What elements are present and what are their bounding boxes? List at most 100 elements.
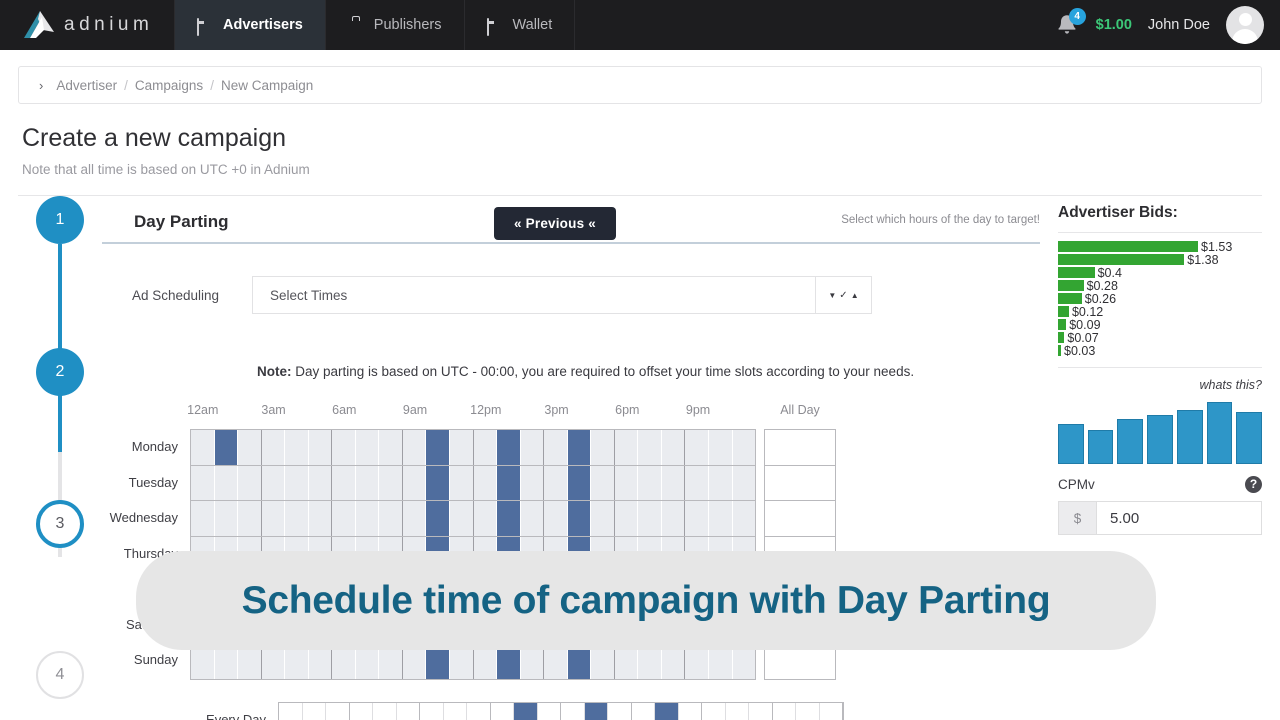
hour-cell[interactable]	[521, 501, 545, 536]
every-day-hour-cell[interactable]	[350, 702, 373, 720]
hour-cell[interactable]	[544, 430, 568, 465]
hour-cell[interactable]	[426, 465, 451, 500]
hour-cell[interactable]	[591, 501, 615, 536]
hour-cell[interactable]	[285, 465, 309, 500]
hour-cell[interactable]	[238, 501, 262, 536]
every-day-hour-cell[interactable]	[279, 702, 303, 720]
hour-cell[interactable]	[262, 430, 286, 465]
hour-cell[interactable]	[262, 465, 286, 500]
every-day-hour-cell[interactable]	[702, 702, 726, 720]
hour-cell[interactable]	[709, 430, 733, 465]
every-day-hour-cell[interactable]	[514, 702, 538, 720]
hour-cell[interactable]	[567, 501, 592, 536]
hour-cell[interactable]	[521, 430, 545, 465]
hour-cell[interactable]	[497, 430, 521, 465]
every-day-hour-cell[interactable]	[444, 702, 467, 720]
question-mark-icon[interactable]: ?	[1245, 476, 1262, 493]
hour-cell[interactable]	[356, 430, 380, 465]
hour-cell[interactable]	[567, 430, 592, 465]
nav-item-publishers[interactable]: Publishers	[326, 0, 465, 50]
hour-cell[interactable]	[191, 501, 215, 536]
hour-cell[interactable]	[521, 465, 545, 500]
all-day-cell[interactable]	[765, 466, 835, 501]
every-day-hour-cell[interactable]	[326, 702, 350, 720]
nav-item-advertisers[interactable]: Advertisers	[175, 0, 326, 50]
hour-cell[interactable]	[379, 430, 403, 465]
previous-button[interactable]: « Previous «	[494, 207, 616, 240]
hour-cell[interactable]	[450, 501, 474, 536]
hour-cell[interactable]	[285, 501, 309, 536]
cpm-input-group[interactable]: $ 5.00	[1058, 501, 1262, 535]
hour-cell[interactable]	[544, 501, 568, 536]
hour-cell[interactable]	[403, 465, 427, 500]
hour-cell[interactable]	[426, 430, 451, 465]
stepper-step-3[interactable]: 3	[36, 500, 84, 548]
hour-cell[interactable]	[332, 430, 356, 465]
every-day-hour-cell[interactable]	[491, 702, 514, 720]
breadcrumb-item-advertiser[interactable]: Advertiser	[56, 78, 117, 93]
avatar[interactable]	[1226, 6, 1264, 44]
every-day-hour-cell[interactable]	[608, 702, 632, 720]
hour-cell[interactable]	[685, 430, 710, 465]
all-day-cell[interactable]	[765, 430, 835, 466]
every-day-hour-cell[interactable]	[397, 702, 420, 720]
hour-cell[interactable]	[662, 501, 686, 536]
hour-cell[interactable]	[309, 501, 333, 536]
hour-cell[interactable]	[638, 465, 662, 500]
whats-this-link[interactable]: whats this?	[1058, 378, 1262, 392]
hour-cell[interactable]	[497, 465, 521, 500]
breadcrumb-item-campaigns[interactable]: Campaigns	[135, 78, 203, 93]
hour-cell[interactable]	[191, 430, 215, 465]
stepper-step-1[interactable]: 1	[36, 196, 84, 244]
hour-cell[interactable]	[379, 465, 403, 500]
wallet-balance[interactable]: $1.00	[1096, 17, 1132, 33]
hour-cell[interactable]	[238, 430, 262, 465]
every-day-hour-cell[interactable]	[632, 702, 655, 720]
hour-cell[interactable]	[356, 501, 380, 536]
notifications-button[interactable]: 4	[1054, 8, 1086, 38]
every-day-hour-cell[interactable]	[820, 702, 843, 720]
hour-cell[interactable]	[403, 430, 427, 465]
hour-cell[interactable]	[709, 501, 733, 536]
hour-cell[interactable]	[238, 465, 262, 500]
cpm-input[interactable]: 5.00	[1097, 502, 1261, 534]
every-day-hour-cell[interactable]	[561, 702, 585, 720]
hour-cell[interactable]	[709, 465, 733, 500]
every-day-hour-cell[interactable]	[796, 702, 820, 720]
every-day-hour-cell[interactable]	[467, 702, 491, 720]
hour-cell[interactable]	[215, 465, 239, 500]
hour-cell[interactable]	[497, 501, 521, 536]
stepper-step-2[interactable]: 2	[36, 348, 84, 396]
stepper-step-4[interactable]: 4	[36, 651, 84, 699]
hour-cell[interactable]	[567, 465, 592, 500]
hour-cell[interactable]	[615, 430, 639, 465]
hour-cell[interactable]	[591, 465, 615, 500]
hour-cell[interactable]	[638, 430, 662, 465]
every-day-hour-cell[interactable]	[373, 702, 397, 720]
brand-logo[interactable]: adnium	[0, 0, 175, 50]
hour-cell[interactable]	[450, 430, 474, 465]
hour-cell[interactable]	[285, 430, 309, 465]
hour-cell[interactable]	[733, 466, 756, 501]
hour-cell[interactable]	[685, 465, 710, 500]
hour-cell[interactable]	[450, 465, 474, 500]
hour-cell[interactable]	[309, 465, 333, 500]
hour-cell[interactable]	[474, 465, 498, 500]
every-day-hour-cell[interactable]	[726, 702, 749, 720]
hour-cell[interactable]	[332, 465, 356, 500]
hour-cell[interactable]	[215, 501, 239, 536]
hour-cell[interactable]	[403, 501, 427, 536]
all-day-cell[interactable]	[765, 501, 835, 537]
hour-cell[interactable]	[262, 501, 286, 536]
hour-cell[interactable]	[474, 501, 498, 536]
hour-cell[interactable]	[615, 501, 639, 536]
chevron-right-icon[interactable]: ›	[39, 78, 43, 93]
ad-scheduling-select[interactable]: Select Times ▼ ✓ ▲	[252, 276, 872, 314]
hour-cell[interactable]	[733, 501, 756, 536]
every-day-hour-cell[interactable]	[773, 702, 796, 720]
nav-item-wallet[interactable]: Wallet	[465, 0, 576, 50]
user-name[interactable]: John Doe	[1148, 17, 1210, 33]
hour-cell[interactable]	[426, 501, 451, 536]
hour-cell[interactable]	[615, 465, 639, 500]
every-day-hour-cell[interactable]	[584, 702, 608, 720]
